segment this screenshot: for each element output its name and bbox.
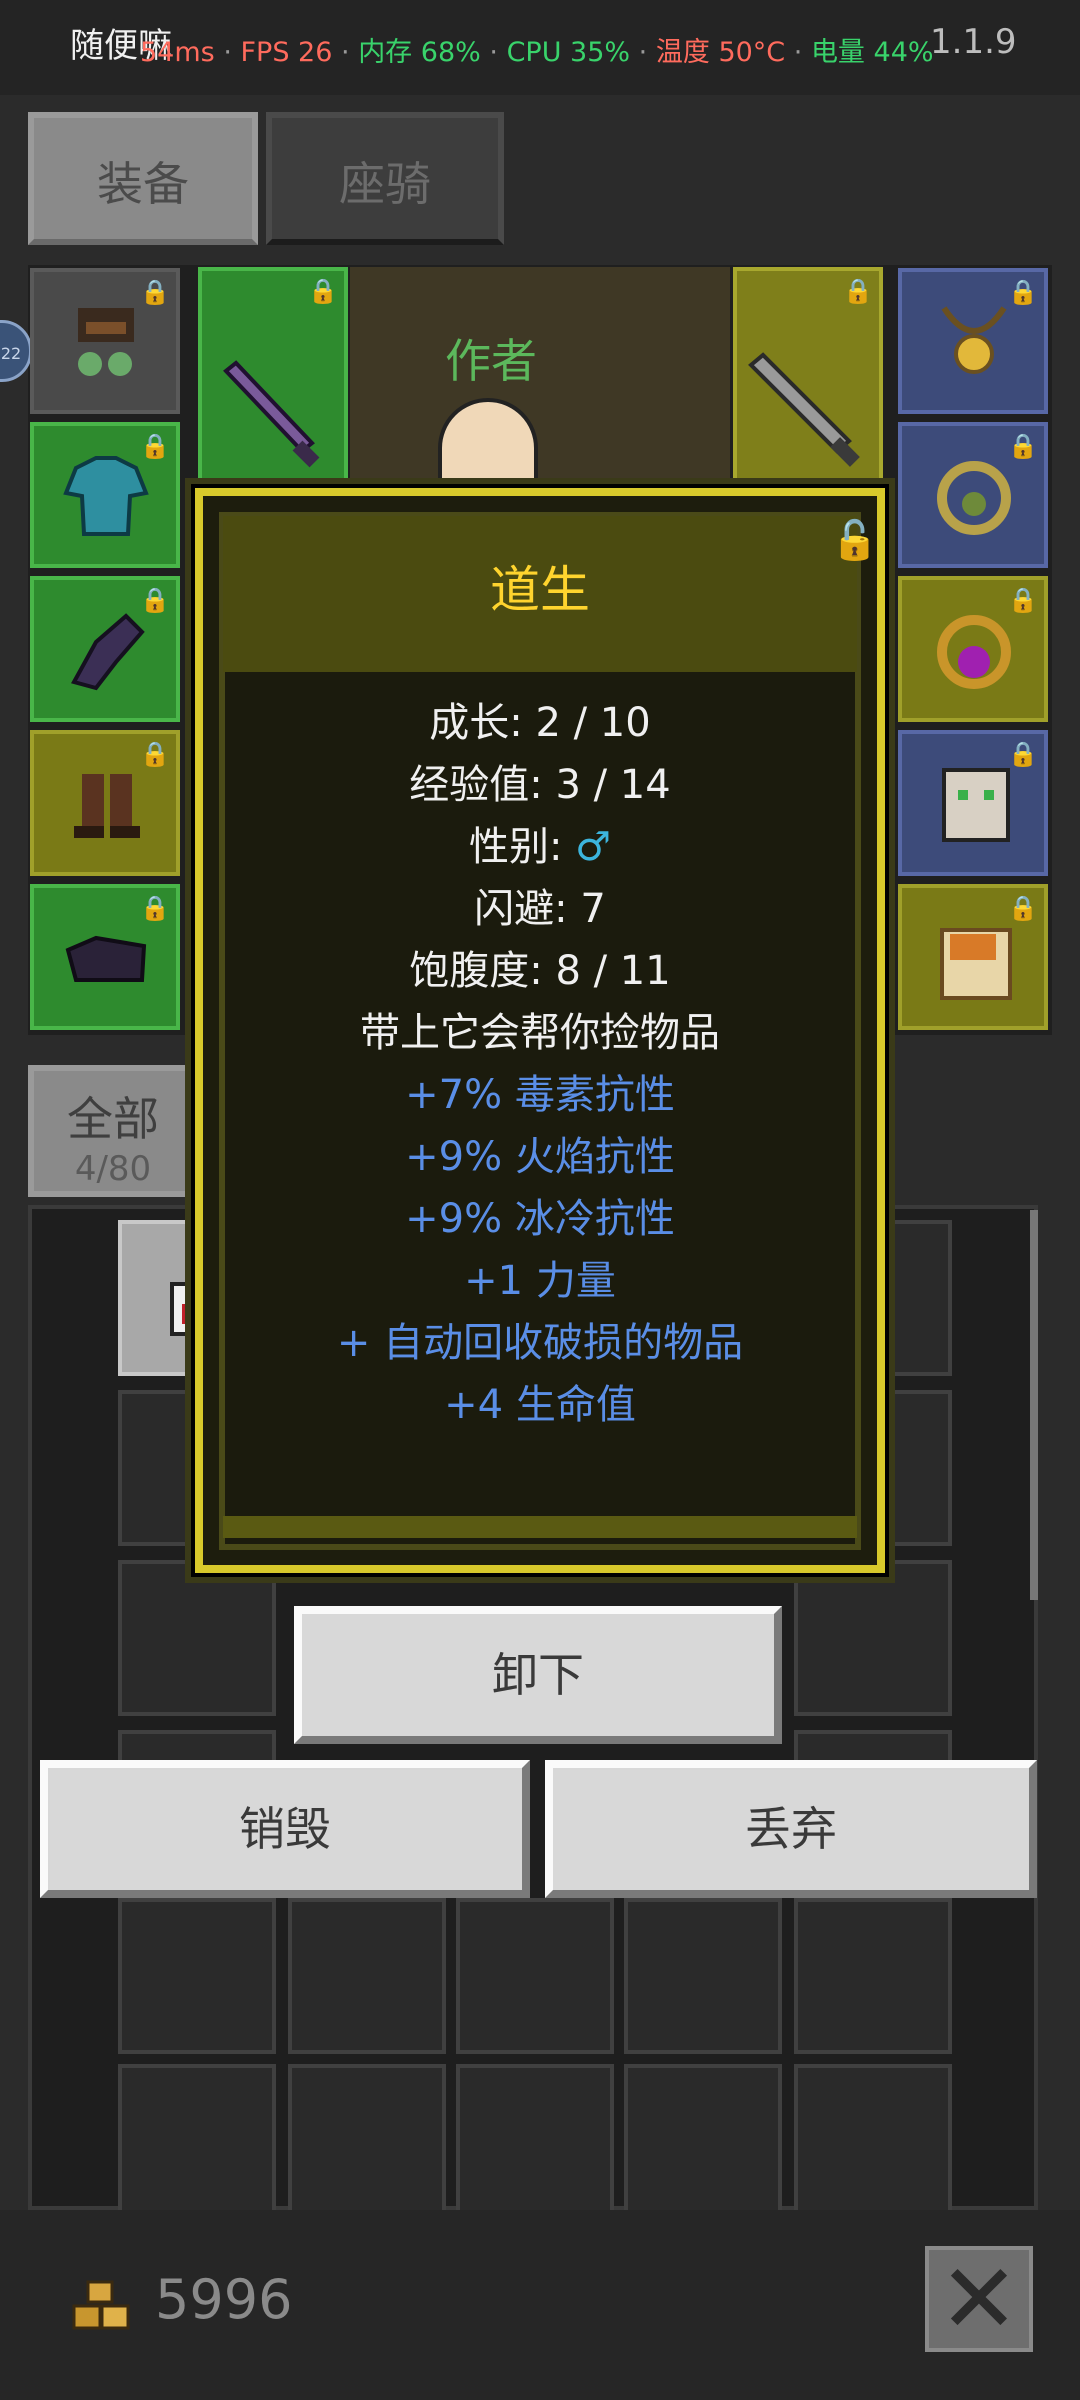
inventory-slot[interactable] — [794, 1898, 952, 2054]
stat-growth: 成长: 2 / 10 — [429, 700, 651, 746]
character-preview — [350, 267, 730, 497]
inventory-scrollbar[interactable] — [1030, 1210, 1038, 1600]
item-title: 道生 — [490, 561, 590, 619]
armor-icon — [63, 456, 149, 536]
lock-icon: 🔒 — [308, 277, 338, 305]
close-button[interactable]: ✕ — [925, 2246, 1033, 2352]
destroy-button[interactable]: 销毁 — [40, 1760, 530, 1898]
equip-slot-cloak[interactable]: 🔒 — [30, 884, 180, 1030]
cpu-metric: CPU 35% — [506, 37, 631, 68]
fps-metric: FPS 26 — [240, 37, 333, 68]
dialog-footer — [223, 1516, 857, 1538]
stat-satiety: 饱腹度: 8 / 11 — [409, 948, 671, 994]
metric-separator: · — [341, 37, 350, 68]
item-detail-dialog: 🔓 道生 成长: 2 / 10 经验值: 3 / 14 性别: ♂ 闪避: 7 … — [195, 488, 885, 1573]
close-icon: ✕ — [938, 2243, 1020, 2355]
equip-slot-pet-2[interactable]: 🔒 — [898, 884, 1048, 1030]
character-avatar[interactable] — [438, 398, 538, 498]
bonus-strength: +1 力量 — [464, 1258, 616, 1304]
temperature-metric: 温度 50°C — [655, 37, 786, 68]
inventory-slot[interactable] — [794, 1560, 952, 1716]
glove-icon — [71, 613, 145, 691]
character-name: 作者 — [445, 334, 537, 388]
latency-metric: 54ms — [140, 37, 215, 68]
equip-slot-armor[interactable]: 🔒 — [30, 422, 180, 568]
male-icon: ♂ — [575, 824, 612, 870]
version-label: 1.1.9 — [930, 22, 1017, 62]
inventory-slot[interactable] — [118, 2064, 276, 2220]
equip-slot-offhand[interactable]: 🔒 — [733, 267, 883, 497]
bonus-poison-resist: +7% 毒素抗性 — [405, 1072, 675, 1118]
inventory-slot[interactable] — [794, 2064, 952, 2220]
equip-slot-gloves[interactable]: 🔒 — [30, 576, 180, 722]
filter-label: 全部 — [67, 1092, 159, 1146]
stat-experience: 经验值: 3 / 14 — [409, 762, 671, 808]
inventory-slot[interactable] — [288, 2064, 446, 2220]
performance-overlay: 54ms · FPS 26 · 内存 68% · CPU 35% · 温度 50… — [140, 30, 934, 69]
metric-separator: · — [793, 37, 803, 68]
pet-portrait-icon — [940, 928, 1012, 1000]
broadsword-icon — [748, 352, 860, 467]
filter-tab-all[interactable]: 全部 4/80 — [28, 1065, 198, 1197]
metric-separator: · — [638, 37, 648, 68]
unequip-button[interactable]: 卸下 — [294, 1606, 782, 1744]
gold-amount: 5996 — [155, 2268, 293, 2331]
memory-metric: 内存 68% — [358, 37, 481, 68]
equip-slot-ring-2[interactable]: 🔒 — [898, 576, 1048, 722]
sword-icon — [223, 360, 320, 468]
gender-label: 性别: — [468, 824, 576, 870]
inventory-slot[interactable] — [456, 2064, 614, 2220]
inventory-slot[interactable] — [624, 1898, 782, 2054]
equip-slot-helmet[interactable]: 🔒 — [30, 268, 180, 414]
bonus-fire-resist: +9% 火焰抗性 — [405, 1134, 675, 1180]
equip-slot-pet[interactable]: 🔒 — [898, 730, 1048, 876]
inventory-slot[interactable] — [456, 1898, 614, 2054]
tab-mount[interactable]: 座骑 — [266, 112, 504, 245]
stat-gender: 性别: ♂ — [203, 816, 877, 878]
item-stats: 成长: 2 / 10 经验值: 3 / 14 性别: ♂ 闪避: 7 饱腹度: … — [203, 692, 877, 1436]
metric-separator: · — [489, 37, 498, 68]
battery-metric: 电量 44% — [810, 37, 934, 68]
bonus-auto-recycle: + 自动回收破损的物品 — [336, 1320, 744, 1366]
gem-ring-icon — [937, 615, 1011, 689]
gold-coins-icon — [72, 2280, 130, 2330]
lock-icon: 🔒 — [843, 277, 873, 305]
pet-cat-icon — [942, 768, 1010, 842]
inventory-count: 4/80 — [74, 1149, 152, 1189]
bonus-cold-resist: +9% 冰冷抗性 — [405, 1196, 675, 1242]
inventory-slot[interactable] — [288, 1898, 446, 2054]
metric-separator: · — [223, 37, 232, 68]
item-description: 带上它会帮你捡物品 — [360, 1010, 720, 1056]
inventory-slot[interactable] — [118, 1560, 276, 1716]
equip-slot-boots[interactable]: 🔒 — [30, 730, 180, 876]
bonus-health: +4 生命值 — [444, 1382, 636, 1428]
ring-icon — [937, 461, 1011, 535]
equip-slot-weapon[interactable]: 🔒 — [198, 267, 348, 497]
amulet-icon — [941, 306, 1007, 374]
tab-equipment[interactable]: 装备 — [28, 112, 258, 245]
drop-button[interactable]: 丢弃 — [545, 1760, 1037, 1898]
equip-slot-amulet[interactable]: 🔒 — [898, 268, 1048, 414]
helmet-icon — [78, 308, 134, 376]
inventory-slot[interactable] — [118, 1898, 276, 2054]
cloak-icon — [65, 935, 147, 982]
equip-slot-ring[interactable]: 🔒 — [898, 422, 1048, 568]
stat-dodge: 闪避: 7 — [474, 886, 606, 932]
inventory-slot[interactable] — [624, 2064, 782, 2220]
boots-icon — [74, 774, 140, 838]
